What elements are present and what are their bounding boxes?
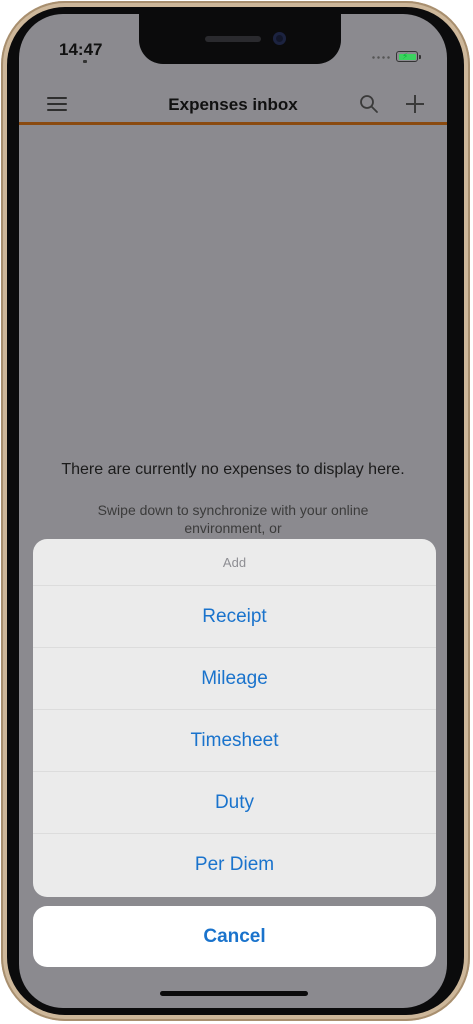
notch: [139, 14, 341, 64]
battery-icon: ⚡: [396, 51, 421, 62]
action-sheet-header: Add: [33, 539, 436, 586]
signal-icon: [371, 56, 391, 59]
page-title: Expenses inbox: [168, 95, 298, 114]
cancel-button[interactable]: Cancel: [33, 906, 436, 967]
add-icon[interactable]: [404, 93, 426, 115]
nav-accent-line: [19, 122, 447, 125]
home-indicator[interactable]: [160, 991, 308, 996]
action-duty[interactable]: Duty: [33, 772, 436, 834]
status-time: 14:47: [59, 40, 103, 59]
screen: 14:47 ⚡ Expenses inbox There are current…: [19, 14, 447, 1008]
add-action-sheet: Add Receipt Mileage Timesheet Duty Per D…: [33, 539, 436, 897]
empty-state-title: There are currently no expenses to displ…: [61, 461, 405, 478]
action-receipt[interactable]: Receipt: [33, 586, 436, 648]
speaker: [205, 36, 261, 42]
nav-bar: Expenses inbox: [19, 84, 447, 126]
search-icon[interactable]: [359, 94, 379, 114]
empty-state-subtitle: Swipe down to synchronize with your onli…: [97, 502, 369, 536]
location-icon: [83, 60, 87, 63]
action-per-diem[interactable]: Per Diem: [33, 834, 436, 896]
action-timesheet[interactable]: Timesheet: [33, 710, 436, 772]
camera: [273, 32, 286, 45]
action-mileage[interactable]: Mileage: [33, 648, 436, 710]
